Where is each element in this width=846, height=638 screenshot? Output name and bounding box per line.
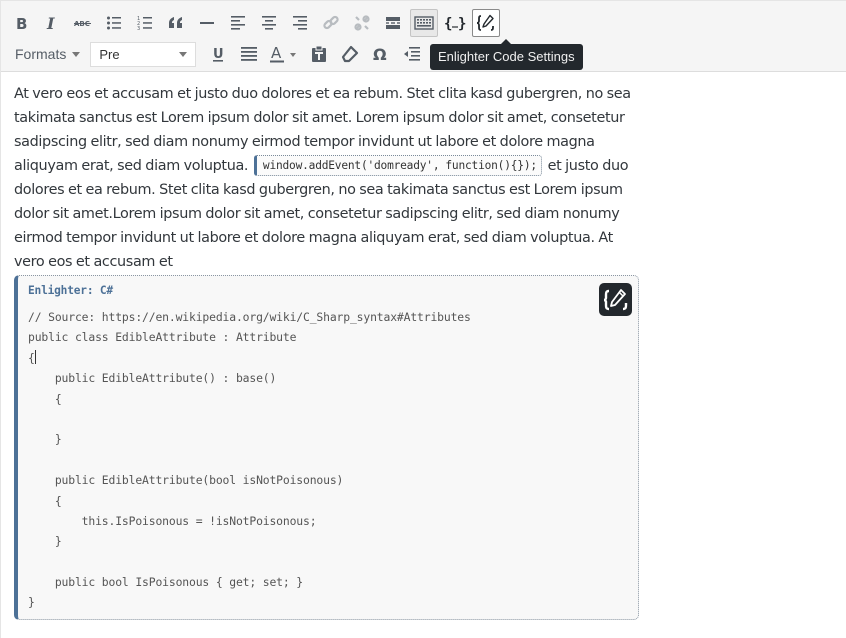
svg-text:B: B bbox=[16, 15, 27, 31]
horizontal-line-icon bbox=[199, 15, 215, 31]
italic-icon: I bbox=[44, 15, 60, 31]
underline-icon: U bbox=[210, 46, 226, 62]
strikethrough-icon: ABC bbox=[73, 15, 93, 31]
insert-link-button[interactable] bbox=[317, 9, 345, 37]
svg-text:3: 3 bbox=[137, 26, 140, 31]
horizontal-line-button[interactable] bbox=[193, 9, 221, 37]
code-line: public EdibleAttribute(bool isNotPoisono… bbox=[28, 473, 344, 488]
formats-menu-button[interactable]: Formats bbox=[7, 40, 86, 68]
code-line: } bbox=[28, 534, 62, 549]
editor: BIABC123{} Formats Pre UAΩ? Enlighter Co… bbox=[0, 0, 846, 638]
align-left-icon bbox=[230, 15, 246, 31]
svg-text:U: U bbox=[213, 47, 224, 62]
svg-text:}: } bbox=[458, 16, 466, 31]
chevron-down-icon bbox=[179, 51, 188, 57]
clear-formatting-button[interactable] bbox=[336, 40, 364, 68]
code-line: this.IsPoisonous = !isNotPoisonous; bbox=[28, 513, 317, 528]
svg-text:I: I bbox=[46, 15, 55, 31]
bullet-list-button[interactable] bbox=[100, 9, 128, 37]
tooltip: Enlighter Code Settings bbox=[430, 39, 583, 70]
strikethrough-button[interactable]: ABC bbox=[69, 9, 97, 37]
omega-icon: Ω bbox=[372, 45, 390, 63]
bold-button[interactable]: B bbox=[7, 9, 35, 37]
code-block-settings-button[interactable] bbox=[599, 283, 632, 316]
code-line: } bbox=[28, 595, 35, 610]
numbered-list-icon: 123 bbox=[137, 15, 153, 31]
code-block-language-label: Enlighter: C# bbox=[28, 284, 113, 297]
justify-button[interactable] bbox=[235, 40, 263, 68]
code-lines: // Source: https://en.wikipedia.org/wiki… bbox=[28, 307, 471, 613]
underline-button[interactable]: U bbox=[204, 40, 232, 68]
unlink-icon bbox=[353, 14, 371, 32]
inline-code[interactable]: window.addEvent('domready', function(){}… bbox=[253, 155, 542, 176]
enlighter-code-block[interactable]: Enlighter: C# // Source: https://en.wiki… bbox=[14, 275, 639, 620]
toolbar-toggle-button[interactable] bbox=[410, 9, 438, 37]
text-cursor bbox=[34, 349, 36, 364]
code-line: { bbox=[28, 391, 62, 406]
code-line: public class EdibleAttribute : Attribute bbox=[28, 330, 297, 345]
svg-text:Ω: Ω bbox=[373, 45, 387, 63]
special-character-button[interactable]: Ω bbox=[367, 40, 395, 68]
align-right-button[interactable] bbox=[286, 9, 314, 37]
blockquote-icon bbox=[167, 15, 185, 31]
editor-toolbar: BIABC123{} Formats Pre UAΩ? Enlighter Co… bbox=[1, 0, 846, 72]
code-edit-icon bbox=[603, 288, 627, 310]
align-right-icon bbox=[292, 15, 308, 31]
code-edit-icon bbox=[476, 14, 496, 32]
align-center-icon bbox=[261, 15, 277, 31]
blockquote-button[interactable] bbox=[162, 9, 190, 37]
code-braces-icon: {} bbox=[444, 15, 466, 31]
bullet-list-icon bbox=[106, 15, 122, 31]
svg-text:{: { bbox=[444, 16, 452, 31]
code-line: { bbox=[28, 349, 36, 365]
text-color-icon: A bbox=[269, 45, 299, 63]
justify-icon bbox=[240, 46, 258, 62]
remove-link-button[interactable] bbox=[348, 9, 376, 37]
paragraph[interactable]: At vero eos et accusam et justo duo dolo… bbox=[14, 82, 644, 274]
eraser-icon bbox=[341, 45, 359, 63]
outdent-icon bbox=[403, 46, 421, 62]
outdent-button[interactable] bbox=[398, 40, 426, 68]
editor-content[interactable]: At vero eos et accusam et justo duo dolo… bbox=[14, 82, 644, 274]
align-left-button[interactable] bbox=[224, 9, 252, 37]
paste-text-icon bbox=[311, 45, 327, 63]
block-format-value: Pre bbox=[99, 46, 120, 62]
chevron-down-icon bbox=[72, 51, 81, 57]
svg-text:A: A bbox=[271, 45, 282, 62]
code-line: public EdibleAttribute() : base() bbox=[28, 371, 277, 386]
enlighter-insert-code-button[interactable]: {} bbox=[441, 9, 469, 37]
code-line: } bbox=[28, 432, 62, 447]
enlighter-code-settings-button[interactable] bbox=[472, 9, 500, 37]
code-line: // Source: https://en.wikipedia.org/wiki… bbox=[28, 310, 471, 324]
block-format-select[interactable]: Pre bbox=[90, 41, 197, 67]
toolbar-row-1: B I ABC 123 {} bbox=[7, 9, 503, 37]
keyboard-icon bbox=[414, 15, 434, 31]
code-line: { bbox=[28, 493, 62, 508]
formats-label: Formats bbox=[15, 46, 67, 62]
read-more-button[interactable] bbox=[379, 9, 407, 37]
link-icon bbox=[322, 14, 340, 32]
read-more-icon bbox=[385, 15, 401, 31]
paste-text-button[interactable] bbox=[305, 40, 333, 68]
code-line: public bool IsPoisonous { get; set; } bbox=[28, 575, 304, 590]
align-center-button[interactable] bbox=[255, 9, 283, 37]
bold-icon: B bbox=[13, 15, 29, 31]
numbered-list-button[interactable]: 123 bbox=[131, 9, 159, 37]
italic-button[interactable]: I bbox=[38, 9, 66, 37]
text-color-button[interactable]: A bbox=[266, 40, 302, 68]
